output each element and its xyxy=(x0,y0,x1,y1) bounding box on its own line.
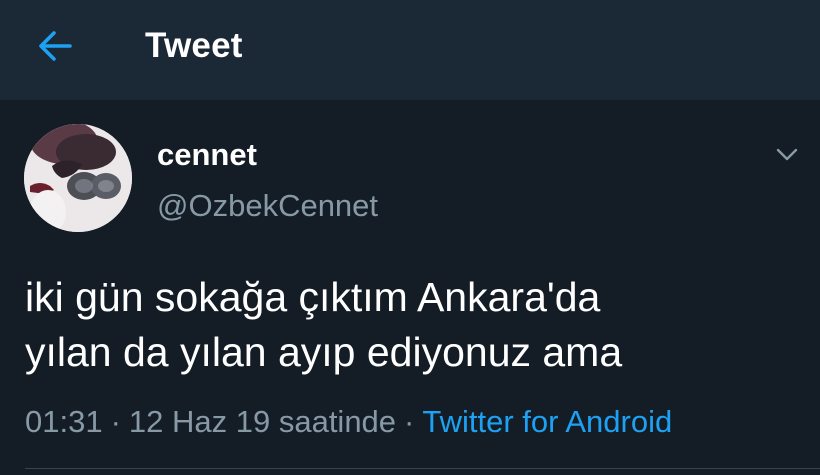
tweet-source-link[interactable]: Twitter for Android xyxy=(422,404,672,439)
arrow-left-icon xyxy=(39,31,72,61)
tweet-date: 12 Haz 19 saatinde xyxy=(128,404,397,439)
back-button[interactable] xyxy=(30,24,80,68)
meta-separator: · xyxy=(110,404,121,439)
tweet-time: 01:31 xyxy=(25,404,103,439)
top-app-bar: Tweet xyxy=(0,0,820,100)
tweet-metadata: 01:31 · 12 Haz 19 saatinde · Twitter for And… xyxy=(25,404,672,440)
display-name[interactable]: cennet xyxy=(157,137,257,173)
tweet-text-line-1: iki gün sokağa çıktım Ankara'da xyxy=(25,274,601,320)
meta-separator: · xyxy=(404,404,415,439)
more-options-button[interactable] xyxy=(770,140,804,170)
username[interactable]: @OzbekCennet xyxy=(157,188,378,224)
chevron-down-icon xyxy=(776,148,798,161)
avatar-image xyxy=(24,124,132,232)
divider xyxy=(25,468,820,469)
tweet-text: iki gün sokağa çıktım Ankara'da yılan da… xyxy=(25,270,805,380)
page-title: Tweet xyxy=(145,26,243,65)
tweet-text-line-2: yılan da yılan ayıp ediyonuz ama xyxy=(25,329,623,375)
avatar[interactable] xyxy=(24,124,132,232)
